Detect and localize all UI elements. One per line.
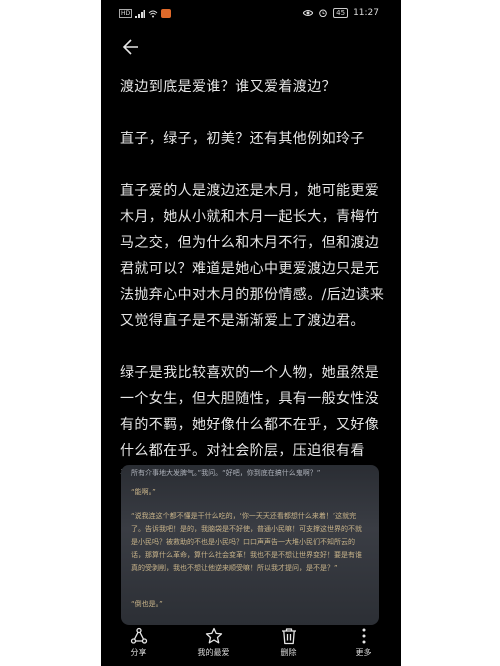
bottom-action-bar: 分享 我的最爱 删除 更多	[101, 622, 401, 666]
status-bar: HD 45 11:27	[101, 0, 401, 26]
more-button[interactable]: 更多	[326, 622, 401, 666]
back-arrow-icon[interactable]	[120, 36, 144, 58]
post-paragraph: 直子爱的人是渡边还是木月，她可能更爱木月，她从小就和木月一起长大，青梅竹马之交，…	[120, 183, 385, 329]
more-label: 更多	[355, 648, 372, 657]
favorite-button[interactable]: 我的最爱	[176, 622, 251, 666]
wifi-icon	[148, 10, 158, 17]
favorite-label: 我的最爱	[197, 648, 230, 657]
hd-icon: HD	[119, 9, 133, 18]
clock-time: 11:27	[353, 8, 379, 18]
share-button[interactable]: 分享	[101, 622, 176, 666]
delete-label: 删除	[280, 648, 297, 657]
star-icon	[205, 627, 222, 644]
photo-text-line: “能啊。”	[131, 488, 156, 496]
trash-icon	[281, 628, 296, 645]
photo-text-line: 所有介事地大发脾气。”我问。“好吧，你到底在搞什么鬼啊？”	[131, 469, 321, 477]
post-paragraph: 直子，绿子，初美？还有其他例如玲子	[120, 131, 365, 147]
photo-text-line: “倒也是。”	[131, 600, 163, 608]
more-icon	[362, 628, 365, 644]
post-body: 渡边到底是爱谁？谁又爱着渡边？ 直子，绿子，初美？还有其他例如玲子 直子爱的人是…	[120, 74, 386, 516]
share-label: 分享	[130, 648, 147, 657]
delete-button[interactable]: 删除	[251, 622, 326, 666]
book-page-photo[interactable]: 所有介事地大发脾气。”我问。“好吧，你到底在搞什么鬼啊？” “能啊。” “说我连…	[121, 465, 379, 625]
photo-text-line: “说我连这个都不懂是干什么吃的，‘你一天天还看都想什么来着！’这就完了。告诉我吧…	[131, 512, 362, 572]
phone-screen: HD 45 11:27 渡边到底是爱谁？谁又爱着渡边？ 直子，绿子，初美？还有其…	[101, 0, 401, 666]
eye-icon	[303, 10, 314, 16]
alarm-icon	[319, 9, 327, 17]
share-icon	[130, 627, 147, 644]
battery-indicator: 45	[333, 8, 349, 18]
post-paragraph: 渡边到底是爱谁？谁又爱着渡边？	[120, 79, 336, 95]
signal-icon	[135, 9, 146, 18]
app-icon	[161, 9, 172, 18]
